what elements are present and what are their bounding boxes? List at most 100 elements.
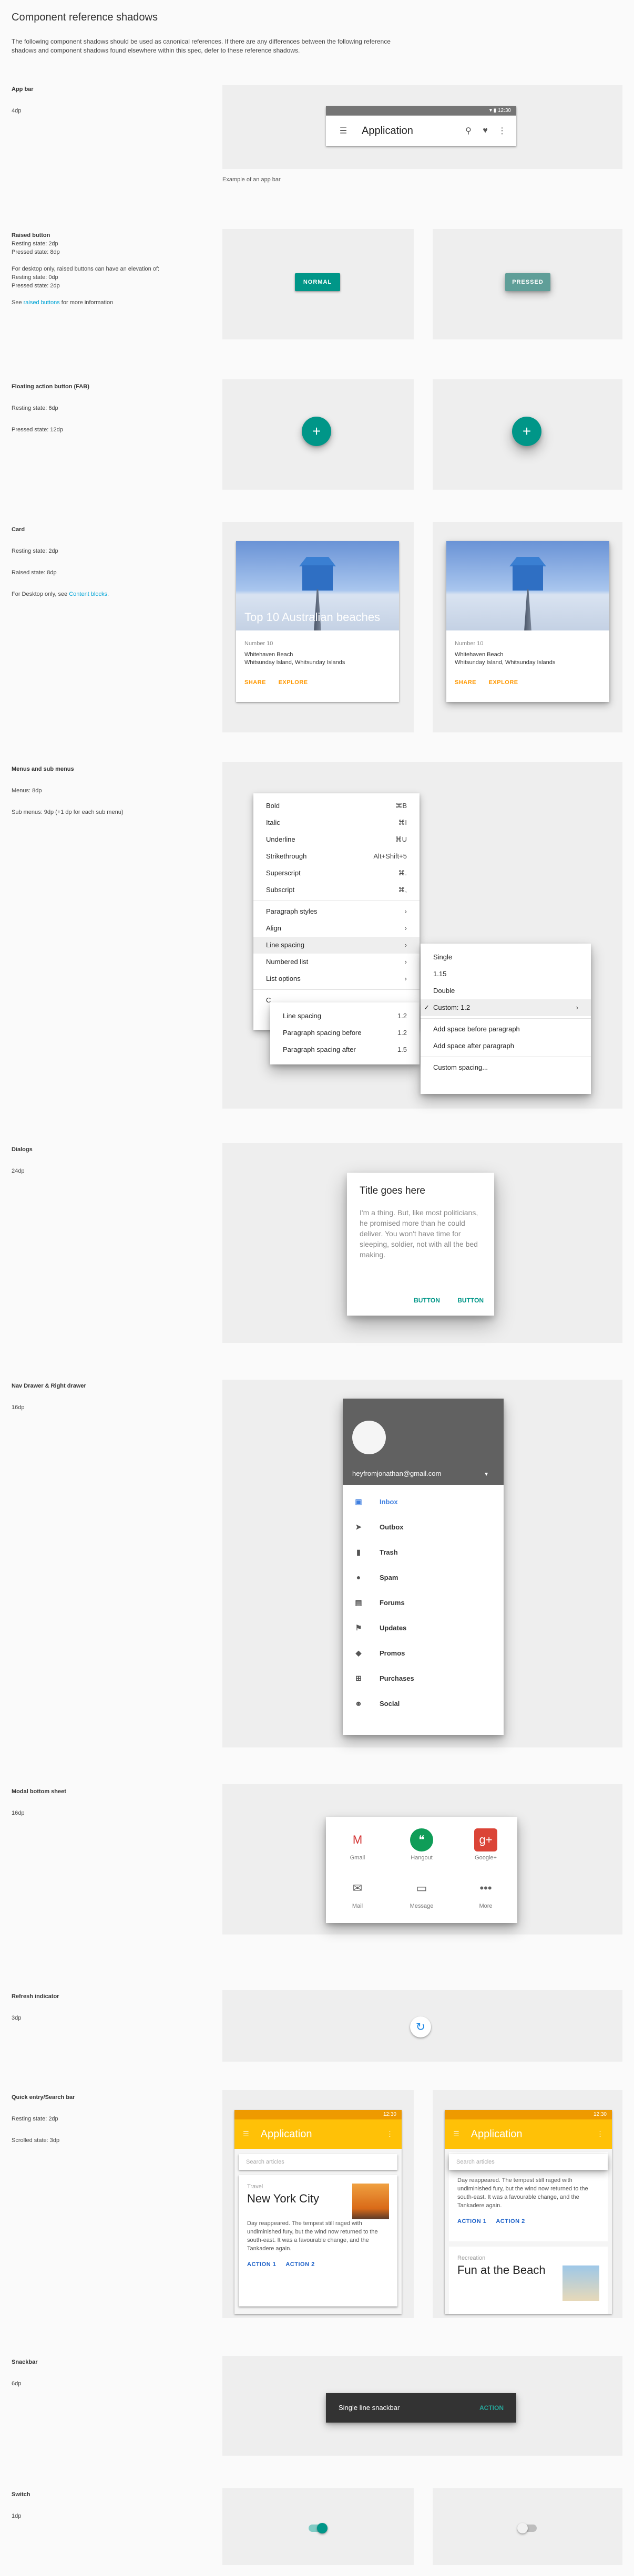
drawer-item-promos[interactable]: ◆ Promos <box>343 1640 504 1665</box>
spec-text: 4dp <box>12 108 22 114</box>
menu-item-bold[interactable]: Bold ⌘B <box>253 798 420 814</box>
search-input[interactable]: Search articles <box>239 2154 397 2170</box>
dialog-button-2[interactable]: BUTTON <box>457 1297 484 1304</box>
menu-item-paragraph-styles[interactable]: Paragraph styles › <box>253 903 420 920</box>
drawer-item-purchases[interactable]: ⊞ Purchases <box>343 1665 504 1691</box>
see-more: See raised buttons for more information <box>12 299 114 306</box>
drawer-item-forums[interactable]: ▤ Forums <box>343 1590 504 1615</box>
nav-drawer: heyfromjonathan@gmail.com ▼ ▣ Inbox ➤ Outb… <box>343 1399 504 1735</box>
normal-button[interactable]: NORMAL <box>295 273 340 291</box>
submenu-item[interactable]: Line spacing 1.2 <box>270 1008 420 1025</box>
submenu-item[interactable]: Paragraph spacing before 1.2 <box>270 1025 420 1041</box>
menu-item-align[interactable]: Align › <box>253 920 420 937</box>
more-icon[interactable]: ⋮ <box>386 2130 393 2138</box>
menu-item-italic[interactable]: Italic ⌘I <box>253 814 420 831</box>
action-1-button[interactable]: ACTION 1 <box>457 2218 486 2225</box>
spec-text: For desktop only, raised buttons can hav… <box>12 266 160 272</box>
section-title: Modal bottom sheet <box>12 1788 66 1795</box>
dialog-button-1[interactable]: BUTTON <box>414 1297 440 1304</box>
menu-item-subscript[interactable]: Subscript ⌘, <box>253 882 420 898</box>
menu-item-numbered-list[interactable]: Numbered list › <box>253 954 420 970</box>
chevron-down-icon[interactable]: ▼ <box>484 1472 489 1477</box>
dialog-body: I'm a thing. But, like most politicians,… <box>360 1208 478 1259</box>
sheet-item-mail[interactable]: ✉ Mail <box>326 1877 389 1909</box>
search-icon[interactable]: ⚲ <box>462 126 475 136</box>
check-icon: ✓ <box>424 1003 430 1011</box>
heart-icon[interactable]: ♥ <box>478 126 492 136</box>
drawer-item-updates[interactable]: ⚑ Updates <box>343 1615 504 1640</box>
sheet-item-gmail[interactable]: M Gmail <box>326 1828 389 1861</box>
share-button[interactable]: SHARE <box>455 679 476 686</box>
sheet-item-message[interactable]: ▭ Message <box>390 1877 453 1909</box>
explore-button[interactable]: EXPLORE <box>489 679 518 686</box>
fab-button-pressed[interactable]: + <box>512 417 541 446</box>
submenu-item-custom-spacing[interactable]: Custom spacing... <box>421 1059 591 1076</box>
submenu-item-1-15[interactable]: 1.15 <box>421 966 591 982</box>
section-title: Card <box>12 526 25 533</box>
pressed-button[interactable]: PRESSED <box>505 273 550 291</box>
googleplus-icon: g+ <box>474 1828 497 1851</box>
card-location: Whitsunday Island, Whitsunday Islands <box>244 659 345 666</box>
article-card: Travel New York City Day reappeared. The… <box>239 2175 397 2306</box>
sheet-item-hangout[interactable]: ❝ Hangout <box>390 1828 453 1861</box>
submenu-item[interactable]: Paragraph spacing after 1.5 <box>270 1041 420 1058</box>
menu-item-superscript[interactable]: Superscript ⌘. <box>253 865 420 882</box>
menu-item-underline[interactable]: Underline ⌘U <box>253 831 420 848</box>
article-thumbnail <box>563 2265 599 2301</box>
action-1-button[interactable]: ACTION 1 <box>247 2261 276 2268</box>
action-2-button[interactable]: ACTION 2 <box>285 2261 314 2268</box>
action-2-button[interactable]: ACTION 2 <box>496 2218 525 2225</box>
submenu-item-space-after[interactable]: Add space after paragraph <box>421 1038 591 1054</box>
card-place: Whitehaven Beach <box>455 651 504 658</box>
card-image <box>446 541 609 630</box>
drawer-header: heyfromjonathan@gmail.com ▼ <box>343 1399 504 1485</box>
share-button[interactable]: SHARE <box>244 679 266 686</box>
spec-text: Resting state: 6dp <box>12 405 58 411</box>
snackbar: Single line snackbar ACTION <box>326 2393 516 2423</box>
article-text: Day reappeared. The tempest still raged … <box>457 2177 588 2209</box>
sheet-item-more[interactable]: ••• More <box>454 1877 517 1909</box>
article-card-2: Recreation Fun at the Beach <box>449 2247 608 2314</box>
sheet-item-googleplus[interactable]: g+ Google+ <box>454 1828 517 1861</box>
card-image-title: Top 10 Australian beaches <box>244 611 381 624</box>
fab-button[interactable]: + <box>302 417 331 446</box>
card-place: Whitehaven Beach <box>244 651 293 658</box>
app-bar-title: Application <box>362 125 413 137</box>
drawer-item-trash[interactable]: ▮ Trash <box>343 1539 504 1565</box>
cart-icon: ⊞ <box>355 1673 362 1682</box>
article-thumbnail <box>352 2184 389 2219</box>
spec-text: 1dp <box>12 2513 22 2519</box>
menu-icon[interactable]: ☰ <box>243 2130 249 2138</box>
explore-button[interactable]: EXPLORE <box>279 679 308 686</box>
search-input[interactable]: Search articles <box>449 2154 608 2170</box>
more-icon[interactable]: ⋮ <box>495 126 509 136</box>
menu-item-list-options[interactable]: List options › <box>253 970 420 987</box>
spec-text: Sub menus: 9dp (+1 dp for each sub menu) <box>12 809 124 815</box>
bottom-sheet: M Gmail ❝ Hangout g+ Google+ ✉ Mail ▭ Message… <box>326 1817 517 1923</box>
submenu-item-space-before[interactable]: Add space before paragraph <box>421 1021 591 1038</box>
drawer-item-outbox[interactable]: ➤ Outbox <box>343 1514 504 1539</box>
app-bar-title: Application <box>471 2128 523 2140</box>
app-bar: ☰ Application ⋮ <box>234 2119 402 2149</box>
submenu-item-single[interactable]: Single <box>421 949 591 966</box>
drawer-item-inbox[interactable]: ▣ Inbox <box>343 1489 504 1514</box>
content-blocks-link[interactable]: Content blocks <box>69 591 107 597</box>
spec-text: 3dp <box>12 2015 22 2021</box>
snackbar-text: Single line snackbar <box>339 2404 400 2412</box>
more-icon[interactable]: ⋮ <box>597 2130 604 2138</box>
submenu-item-custom[interactable]: ✓ Custom: 1.2 › <box>421 999 591 1016</box>
section-title: Floating action button (FAB) <box>12 384 89 390</box>
spec-text: 6dp <box>12 2381 22 2387</box>
menu-icon[interactable]: ☰ <box>336 126 350 136</box>
menu-icon[interactable]: ☰ <box>453 2130 459 2138</box>
menu-item-line-spacing[interactable]: Line spacing › <box>253 937 420 954</box>
snackbar-action[interactable]: ACTION <box>479 2393 504 2423</box>
avatar[interactable] <box>352 1421 386 1454</box>
raised-buttons-link[interactable]: raised buttons <box>24 299 60 306</box>
menu-item-strikethrough[interactable]: Strikethrough Alt+Shift+5 <box>253 848 420 865</box>
card-raised: Number 10 Whitehaven Beach Whitsunday Is… <box>446 541 609 702</box>
submenu-item-double[interactable]: Double <box>421 982 591 999</box>
drawer-item-spam[interactable]: ● Spam <box>343 1565 504 1590</box>
spec-text: 16dp <box>12 1404 25 1411</box>
drawer-item-social[interactable]: ☻ Social <box>343 1691 504 1716</box>
